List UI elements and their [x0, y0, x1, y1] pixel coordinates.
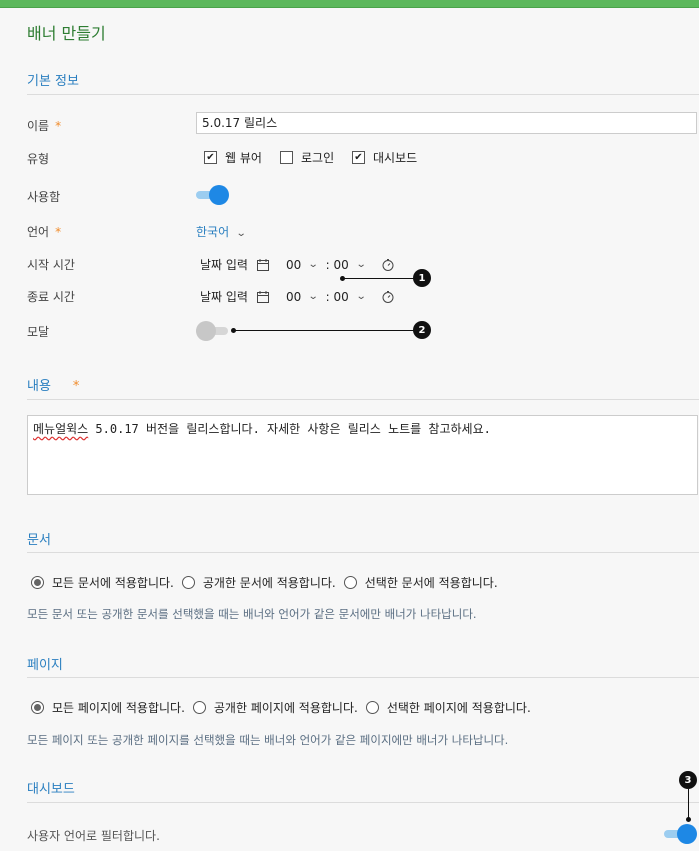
divider — [27, 552, 699, 553]
callout-dot — [686, 817, 691, 822]
modal-label: 모달 — [27, 325, 50, 339]
checkbox-unchecked-icon[interactable] — [280, 151, 293, 164]
section-basic-info: 기본 정보 — [27, 74, 79, 89]
end-time-label: 종료 시간 — [27, 290, 75, 304]
timer-icon[interactable] — [381, 258, 395, 272]
required-mark: * — [72, 379, 80, 394]
radio-label: 선택한 문서에 적용합니다. — [364, 576, 498, 590]
language-label: 언어 * — [27, 223, 61, 240]
timer-icon[interactable] — [381, 290, 395, 304]
content-text-misspelled: 메뉴얼윅스 — [33, 422, 89, 436]
enabled-label: 사용함 — [27, 190, 61, 204]
callout-line — [688, 789, 689, 819]
divider — [27, 802, 699, 803]
content-title-text: 내용 — [27, 379, 51, 394]
section-documents: 문서 — [27, 533, 51, 548]
page-title: 배너 만들기 — [27, 24, 106, 43]
section-content: 내용 * — [27, 375, 79, 394]
callout-badge-1: 1 — [413, 269, 431, 287]
pages-hint: 모든 페이지 또는 공개한 페이지를 선택했을 때는 배너와 언어가 같은 페이… — [27, 733, 509, 747]
radio-selected-icon[interactable] — [31, 576, 44, 589]
end-hour-select[interactable]: 00 — [286, 290, 301, 304]
checkbox-checked-icon[interactable]: ✔ — [352, 151, 365, 164]
modal-toggle[interactable] — [196, 321, 230, 341]
start-time-row: 날짜 입력 00 ⌄ : 00 ⌄ — [200, 256, 395, 273]
calendar-icon[interactable] — [256, 290, 270, 304]
end-time-row: 날짜 입력 00 ⌄ : 00 ⌄ — [200, 288, 395, 305]
divider — [27, 94, 699, 95]
checkbox-label: 대시보드 — [373, 151, 418, 165]
language-select[interactable]: 한국어 ⌄ — [196, 223, 247, 240]
checkbox-label: 웹 뷰어 — [225, 151, 262, 165]
chevron-down-icon: ⌄ — [355, 291, 367, 302]
name-label: 이름 * — [27, 117, 61, 134]
section-pages: 페이지 — [27, 658, 63, 673]
callout-badge-3: 3 — [679, 771, 697, 789]
content-textarea[interactable]: 메뉴얼윅스 5.0.17 버전을 릴리스합니다. 자세한 사항은 릴리스 노트를… — [27, 415, 698, 495]
name-input[interactable]: 5.0.17 릴리스 — [196, 112, 697, 134]
enabled-toggle[interactable] — [196, 185, 230, 205]
documents-radio-group: 모든 문서에 적용합니다. 공개한 문서에 적용합니다. 선택한 문서에 적용합… — [31, 574, 506, 591]
type-login-checkbox[interactable]: 로그인 — [280, 149, 334, 166]
language-value: 한국어 — [196, 225, 230, 239]
radio-selected-icon[interactable] — [31, 701, 44, 714]
divider — [27, 399, 699, 400]
pages-radio-all[interactable]: 모든 페이지에 적용합니다. — [31, 699, 185, 716]
section-dashboard: 대시보드 — [27, 782, 75, 797]
name-label-text: 이름 — [27, 119, 50, 133]
documents-radio-all[interactable]: 모든 문서에 적용합니다. — [31, 574, 174, 591]
required-mark: * — [55, 119, 62, 133]
pages-radio-group: 모든 페이지에 적용합니다. 공개한 페이지에 적용합니다. 선택한 페이지에 … — [31, 699, 539, 716]
callout-line — [343, 278, 415, 279]
content-text: 5.0.17 버전을 릴리스합니다. 자세한 사항은 릴리스 노트를 참고하세요… — [88, 422, 491, 436]
documents-hint: 모든 문서 또는 공개한 문서를 선택했을 때는 배너와 언어가 같은 문서에만… — [27, 607, 477, 621]
end-date-input[interactable]: 날짜 입력 — [200, 288, 248, 305]
pages-radio-selected[interactable]: 선택한 페이지에 적용합니다. — [365, 699, 531, 716]
checkbox-checked-icon[interactable]: ✔ — [204, 151, 217, 164]
divider — [27, 677, 699, 678]
radio-label: 모든 문서에 적용합니다. — [52, 576, 174, 590]
chevron-down-icon: ⌄ — [235, 228, 247, 239]
documents-radio-selected[interactable]: 선택한 문서에 적용합니다. — [343, 574, 498, 591]
radio-label: 선택한 페이지에 적용합니다. — [386, 701, 531, 715]
checkbox-label: 로그인 — [301, 151, 335, 165]
language-label-text: 언어 — [27, 225, 50, 239]
calendar-icon[interactable] — [256, 258, 270, 272]
end-minute-select[interactable]: : 00 — [326, 290, 349, 304]
type-dashboard-checkbox[interactable]: ✔ 대시보드 — [352, 149, 417, 166]
chevron-down-icon: ⌄ — [355, 259, 367, 270]
start-hour-select[interactable]: 00 — [286, 258, 301, 272]
type-label: 유형 — [27, 152, 50, 166]
type-web-viewer-checkbox[interactable]: ✔ 웹 뷰어 — [204, 149, 262, 166]
top-accent-bar — [0, 0, 699, 8]
radio-label: 공개한 문서에 적용합니다. — [202, 576, 336, 590]
chevron-down-icon: ⌄ — [308, 259, 319, 270]
radio-label: 공개한 페이지에 적용합니다. — [213, 701, 358, 715]
start-date-input[interactable]: 날짜 입력 — [200, 256, 248, 273]
radio-icon[interactable] — [343, 576, 357, 589]
chevron-down-icon: ⌄ — [308, 291, 319, 302]
radio-icon[interactable] — [181, 576, 195, 589]
pages-radio-public[interactable]: 공개한 페이지에 적용합니다. — [192, 699, 358, 716]
radio-icon[interactable] — [365, 701, 379, 714]
callout-line — [234, 330, 414, 331]
radio-label: 모든 페이지에 적용합니다. — [52, 701, 185, 715]
callout-badge-2: 2 — [413, 321, 431, 339]
filter-toggle[interactable] — [664, 824, 698, 844]
start-time-label: 시작 시간 — [27, 258, 75, 272]
filter-label: 사용자 언어로 필터합니다. — [27, 829, 160, 843]
required-mark: * — [55, 225, 62, 239]
radio-icon[interactable] — [192, 701, 206, 714]
documents-radio-public[interactable]: 공개한 문서에 적용합니다. — [181, 574, 336, 591]
start-minute-select[interactable]: : 00 — [326, 258, 349, 272]
